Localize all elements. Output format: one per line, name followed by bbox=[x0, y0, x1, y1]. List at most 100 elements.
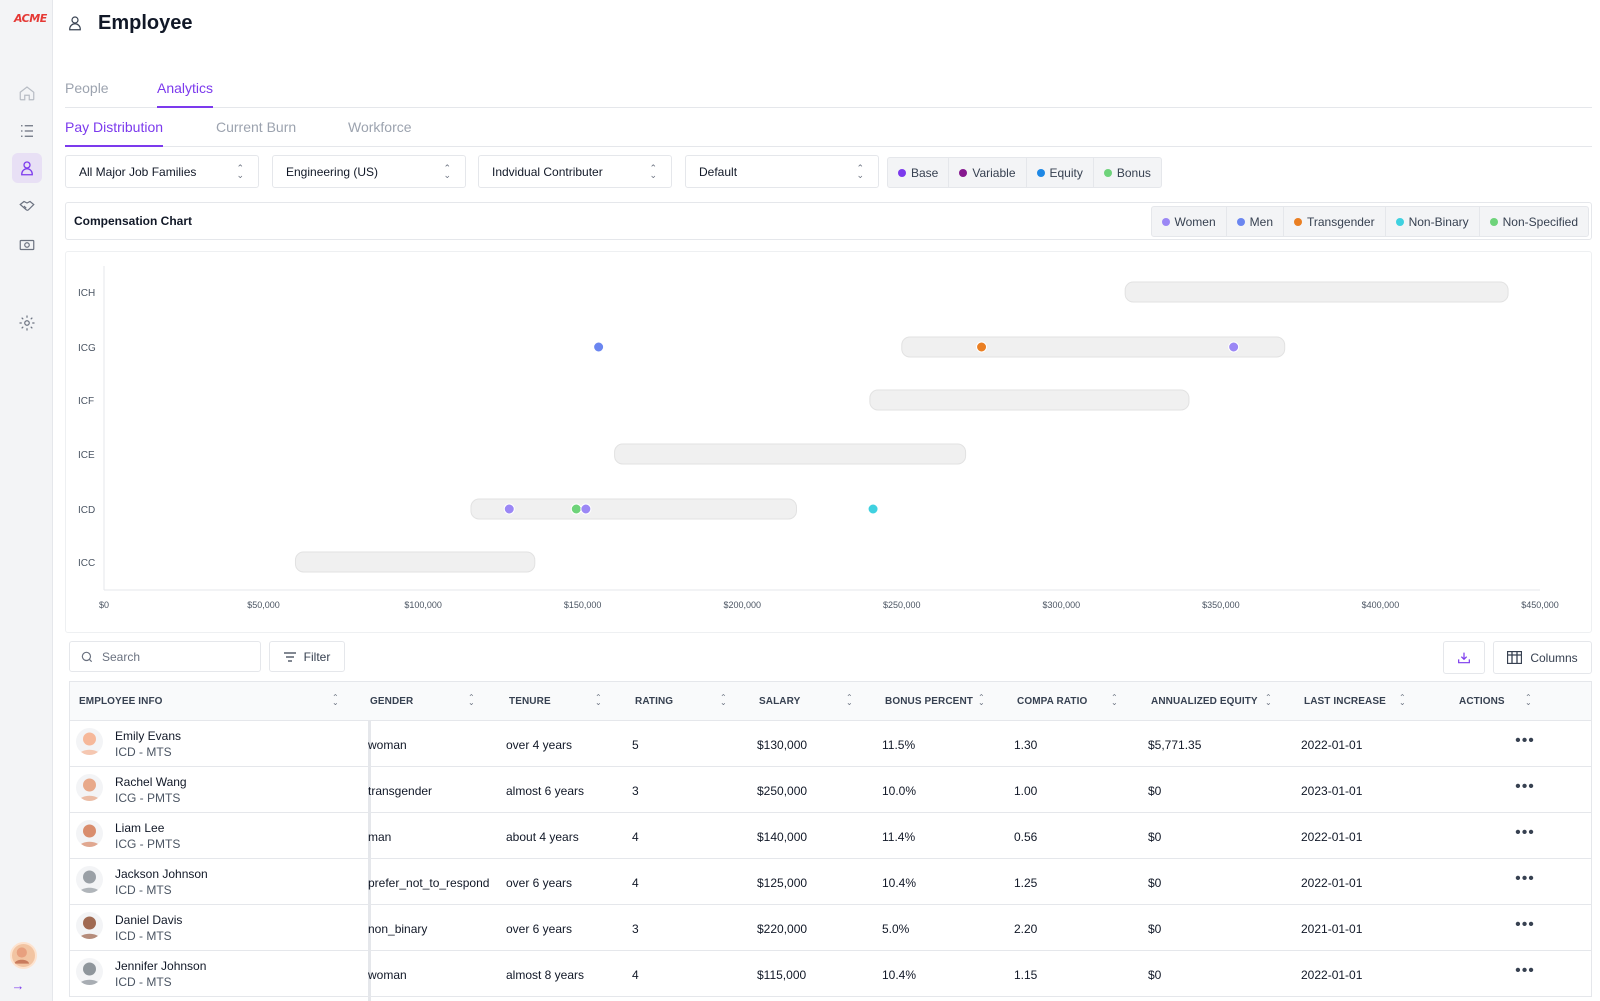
pay-range-bar bbox=[294, 551, 536, 573]
home-icon[interactable] bbox=[12, 78, 42, 108]
cell-tenure: over 6 years bbox=[506, 876, 573, 890]
employee-name[interactable]: Jackson Johnson bbox=[115, 867, 208, 881]
table-header: EMPLOYEE INFO ⌃ ⌄ GENDER ⌃ ⌄ TENURE ⌃ ⌄ RATING ⌃ ⌄ S… bbox=[70, 682, 1591, 721]
table-row[interactable]: Jennifer Johnson ICD - MTS woman almost 8 y… bbox=[70, 951, 1591, 997]
x-tick-label: $50,000 bbox=[247, 600, 280, 610]
sort-icon[interactable]: ⌃ ⌄ bbox=[846, 694, 853, 707]
column-header[interactable]: BONUS PERCENT bbox=[885, 696, 973, 707]
toggle-label: Variable bbox=[972, 165, 1016, 180]
view-select[interactable]: Default ⌃ ⌄ bbox=[685, 155, 879, 188]
legend-dot bbox=[898, 168, 906, 177]
legend-label: Non-Specified bbox=[1502, 214, 1578, 229]
column-header[interactable]: COMPA RATIO bbox=[1017, 696, 1087, 707]
row-actions-button[interactable]: ••• bbox=[1513, 825, 1537, 846]
pay-range-bar bbox=[901, 336, 1286, 358]
legend-dot bbox=[1036, 168, 1045, 177]
download-icon bbox=[1458, 652, 1470, 663]
table-row[interactable]: Emily Evans ICD - MTS woman over 4 years 5 $1… bbox=[70, 721, 1591, 767]
sort-icon[interactable]: ⌃ ⌄ bbox=[1525, 694, 1532, 707]
toggle-variable[interactable]: Variable bbox=[949, 158, 1027, 187]
sort-icon[interactable]: ⌃ ⌄ bbox=[1265, 694, 1272, 707]
column-header[interactable]: TENURE bbox=[509, 696, 551, 707]
y-tick-label: ICE bbox=[78, 450, 95, 461]
table-row[interactable]: Liam Lee ICG - PMTS man about 4 years 4 $140,… bbox=[70, 813, 1591, 859]
row-actions-button[interactable]: ••• bbox=[1513, 779, 1537, 800]
employee-name[interactable]: Rachel Wang bbox=[115, 775, 187, 789]
employee-name[interactable]: Liam Lee bbox=[115, 821, 164, 835]
tab-pay-distribution[interactable]: Pay Distribution bbox=[65, 119, 164, 147]
legend-label: Women bbox=[1174, 214, 1216, 229]
employee-data-point bbox=[1228, 341, 1240, 353]
employee-name[interactable]: Emily Evans bbox=[115, 729, 181, 743]
x-tick-label: $0 bbox=[99, 600, 109, 610]
sort-icon[interactable]: ⌃ ⌄ bbox=[468, 694, 475, 707]
user-icon[interactable] bbox=[12, 153, 42, 183]
row-actions-button[interactable]: ••• bbox=[1513, 963, 1537, 984]
gear-icon[interactable] bbox=[12, 308, 42, 338]
row-actions-button[interactable]: ••• bbox=[1513, 871, 1537, 892]
sort-icon[interactable]: ⌃ ⌄ bbox=[1111, 694, 1118, 707]
column-header[interactable]: RATING bbox=[635, 696, 673, 707]
list-icon[interactable] bbox=[12, 116, 42, 146]
sort-icon[interactable]: ⌃ ⌄ bbox=[1399, 694, 1406, 707]
columns-button[interactable]: Columns bbox=[1493, 641, 1592, 674]
job-family-select[interactable]: All Major Job Families ⌃ ⌄ bbox=[65, 155, 259, 188]
cell-salary: $250,000 bbox=[757, 784, 808, 798]
employee-name[interactable]: Jennifer Johnson bbox=[115, 959, 206, 973]
legend-women[interactable]: Women bbox=[1152, 207, 1227, 236]
acme-logo[interactable]: ACME bbox=[14, 12, 47, 25]
money-icon[interactable] bbox=[12, 230, 42, 260]
search-box[interactable] bbox=[69, 641, 261, 672]
cell-equity: $0 bbox=[1148, 876, 1162, 890]
employee-name[interactable]: Daniel Davis bbox=[115, 913, 182, 927]
column-header[interactable]: ACTIONS bbox=[1459, 696, 1505, 707]
employee-avatar bbox=[76, 912, 103, 939]
column-header[interactable]: SALARY bbox=[759, 696, 800, 707]
sort-icon[interactable]: ⌃ ⌄ bbox=[720, 694, 727, 707]
sort-icon[interactable]: ⌃ ⌄ bbox=[595, 694, 602, 707]
cell-bonus: 5.0% bbox=[882, 922, 910, 936]
row-actions-button[interactable]: ••• bbox=[1513, 917, 1537, 938]
column-header[interactable]: GENDER bbox=[370, 696, 413, 707]
cell-rating: 4 bbox=[632, 830, 639, 844]
legend-men[interactable]: Men bbox=[1227, 207, 1284, 236]
tab-people[interactable]: People bbox=[65, 80, 109, 108]
table-row[interactable]: Jackson Johnson ICD - MTS prefer_not_to_re… bbox=[70, 859, 1591, 905]
cell-last-increase: 2022-01-01 bbox=[1301, 876, 1363, 890]
sort-icon[interactable]: ⌃ ⌄ bbox=[978, 694, 985, 707]
x-tick-label: $300,000 bbox=[1043, 600, 1081, 610]
expand-sidebar-icon[interactable]: → bbox=[8, 976, 28, 994]
department-select[interactable]: Engineering (US) ⌃ ⌄ bbox=[272, 155, 466, 188]
cell-tenure: about 4 years bbox=[506, 830, 579, 844]
toggle-base[interactable]: Base bbox=[888, 158, 950, 187]
toggle-bonus[interactable]: Bonus bbox=[1094, 158, 1161, 187]
legend-non-binary[interactable]: Non-Binary bbox=[1386, 207, 1480, 236]
cell-gender: woman bbox=[368, 968, 407, 982]
row-actions-button[interactable]: ••• bbox=[1513, 733, 1537, 754]
column-header[interactable]: LAST INCREASE bbox=[1304, 696, 1386, 707]
tab-current-burn[interactable]: Current Burn bbox=[216, 119, 296, 147]
sort-icon[interactable]: ⌃ ⌄ bbox=[332, 694, 339, 707]
legend-non-specified[interactable]: Non-Specified bbox=[1480, 207, 1588, 236]
track-select[interactable]: Indvidual Contributer ⌃ ⌄ bbox=[478, 155, 672, 188]
tab-analytics[interactable]: Analytics bbox=[157, 80, 214, 108]
cell-tenure: over 6 years bbox=[506, 922, 573, 936]
column-header[interactable]: EMPLOYEE INFO bbox=[79, 696, 163, 707]
export-button[interactable] bbox=[1443, 641, 1485, 674]
toggle-equity[interactable]: Equity bbox=[1027, 158, 1094, 187]
employee-avatar bbox=[76, 728, 103, 755]
columns-icon bbox=[1507, 651, 1523, 664]
employee-role: ICD - MTS bbox=[115, 883, 172, 897]
filter-button[interactable]: Filter bbox=[269, 641, 345, 672]
user-avatar[interactable] bbox=[10, 942, 37, 969]
table-row[interactable]: Rachel Wang ICG - PMTS transgender almost 6… bbox=[70, 767, 1591, 813]
search-input[interactable] bbox=[102, 649, 252, 664]
filter-icon bbox=[283, 651, 296, 662]
column-header[interactable]: ANNUALIZED EQUITY bbox=[1151, 696, 1258, 707]
page-header: Employee bbox=[66, 10, 192, 36]
tab-workforce[interactable]: Workforce bbox=[348, 119, 412, 147]
department-value: Engineering (US) bbox=[286, 164, 379, 179]
handshake-icon[interactable] bbox=[12, 191, 42, 221]
legend-transgender[interactable]: Transgender bbox=[1284, 207, 1386, 236]
table-row[interactable]: Daniel Davis ICD - MTS non_binary over 6 ye… bbox=[70, 905, 1591, 951]
